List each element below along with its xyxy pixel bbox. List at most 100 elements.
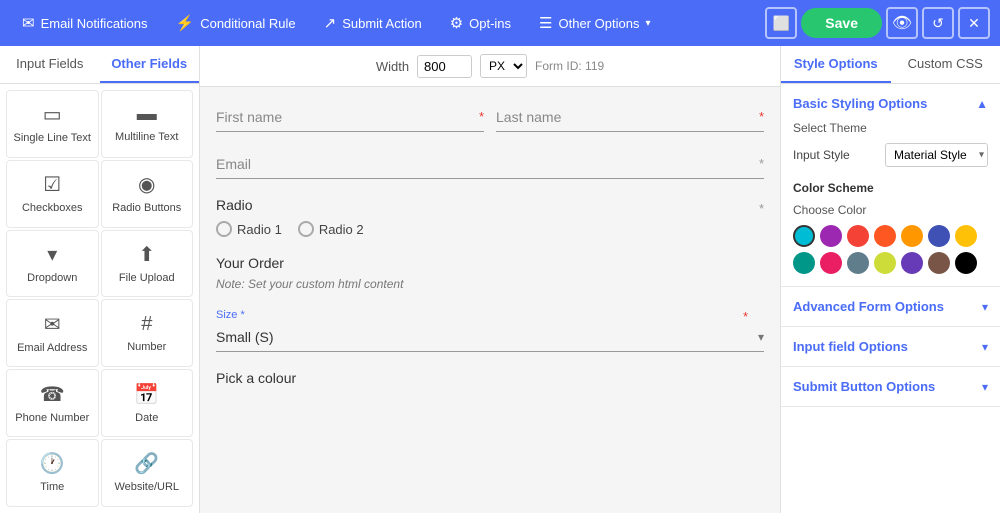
sidebar-item-date[interactable]: 📅Date — [101, 369, 194, 437]
sidebar-item-time[interactable]: 🕐Time — [6, 439, 99, 507]
sidebar-item-icon: 📅 — [134, 382, 159, 407]
nav-other-options[interactable]: ☰ Other Options ▾ — [527, 8, 662, 38]
sidebar-item-number[interactable]: #Number — [101, 299, 194, 367]
sidebar-item-website/url[interactable]: 🔗Website/URL — [101, 439, 194, 507]
sidebar-item-email-address[interactable]: ✉Email Address — [6, 299, 99, 367]
color-scheme-title: Color Scheme — [793, 181, 988, 195]
nav-submit-action[interactable]: ↗ Submit Action — [312, 8, 434, 38]
choose-color-label: Choose Color — [793, 203, 988, 217]
size-row: Size * Small (S) Medium (M) Large (L) ▾ … — [216, 309, 764, 352]
sidebar-item-radio-buttons[interactable]: ◉Radio Buttons — [101, 160, 194, 228]
color-swatch[interactable] — [955, 252, 977, 274]
sidebar-item-icon: ▬ — [137, 103, 157, 126]
html-section: Your Order Note: Set your custom html co… — [216, 255, 764, 291]
size-select[interactable]: Small (S) Medium (M) Large (L) — [216, 323, 764, 352]
color-swatch[interactable] — [955, 225, 977, 247]
sidebar-item-label: Radio Buttons — [112, 202, 181, 215]
sidebar-item-multiline-text[interactable]: ▬Multiline Text — [101, 90, 194, 158]
radio-option-2-label: Radio 2 — [319, 222, 364, 237]
refresh-button[interactable]: ↺ — [922, 7, 954, 39]
right-sidebar: Style Options Custom CSS Basic Styling O… — [780, 46, 1000, 513]
color-swatch[interactable] — [928, 225, 950, 247]
radio-required: * — [759, 201, 764, 216]
color-swatch[interactable] — [874, 225, 896, 247]
preview-button[interactable]: 👁 — [886, 7, 918, 39]
color-swatch[interactable] — [874, 252, 896, 274]
px-unit-select[interactable]: PX % — [480, 54, 527, 78]
left-sidebar: Input Fields Other Fields ▭Single Line T… — [0, 46, 200, 513]
select-theme-label: Select Theme — [793, 121, 988, 135]
right-tabs: Style Options Custom CSS — [781, 46, 1000, 84]
sidebar-item-single-line-text[interactable]: ▭Single Line Text — [6, 90, 99, 158]
close-button[interactable]: ✕ — [958, 7, 990, 39]
sidebar-item-dropdown[interactable]: ▾Dropdown — [6, 230, 99, 298]
radio-circle-2 — [298, 221, 314, 237]
tab-style-options[interactable]: Style Options — [781, 46, 891, 83]
input-style-select-wrap: Material Style Classic Style Flat Style … — [885, 143, 988, 167]
sidebar-item-label: Time — [40, 481, 64, 494]
size-field-label: Size * — [216, 309, 764, 321]
sidebar-item-icon: 🔗 — [134, 451, 159, 476]
form-toolbar: Width PX % Form ID: 119 — [200, 46, 780, 87]
input-field-chevron-icon: ▾ — [982, 340, 988, 354]
radio-circle-1 — [216, 221, 232, 237]
sidebar-item-file-upload[interactable]: ⬆ File Upload — [101, 230, 194, 298]
color-swatch[interactable] — [793, 225, 815, 247]
nav-conditional-rule[interactable]: ⚡ Conditional Rule — [164, 8, 308, 38]
sidebar-items-grid: ▭Single Line Text▬Multiline Text☑Checkbo… — [0, 84, 199, 513]
basic-styling-header[interactable]: Basic Styling Options ▲ — [793, 96, 988, 111]
color-swatch[interactable] — [847, 225, 869, 247]
save-button[interactable]: Save — [801, 8, 882, 38]
input-field-options-title: Input field Options — [793, 339, 908, 354]
first-name-input[interactable] — [216, 103, 484, 132]
layout-toggle-button[interactable]: ⬜ — [765, 7, 797, 39]
sidebar-item-icon: ✉ — [44, 312, 61, 337]
radio-option-1-label: Radio 1 — [237, 222, 282, 237]
submit-button-section[interactable]: Submit Button Options ▾ — [781, 367, 1000, 407]
color-swatch[interactable] — [793, 252, 815, 274]
sidebar-item-icon: # — [141, 313, 152, 336]
radio-options: Radio 1 Radio 2 — [216, 221, 764, 237]
color-swatch[interactable] — [928, 252, 950, 274]
radio-option-1[interactable]: Radio 1 — [216, 221, 282, 237]
nav-optins[interactable]: ⚙ Opt-ins — [438, 8, 523, 38]
email-input[interactable] — [216, 150, 764, 179]
top-navigation: ✉ Email Notifications ⚡ Conditional Rule… — [0, 0, 1000, 46]
sidebar-item-checkboxes[interactable]: ☑Checkboxes — [6, 160, 99, 228]
nav-email-notifications[interactable]: ✉ Email Notifications — [10, 8, 160, 38]
tab-input-fields[interactable]: Input Fields — [0, 46, 100, 83]
sidebar-tabs: Input Fields Other Fields — [0, 46, 199, 84]
form-id: Form ID: 119 — [535, 59, 604, 73]
input-style-select[interactable]: Material Style Classic Style Flat Style — [885, 143, 988, 167]
tab-custom-css[interactable]: Custom CSS — [891, 46, 1000, 83]
sliders-icon: ☰ — [539, 14, 552, 32]
color-swatch[interactable] — [901, 225, 923, 247]
radio-option-2[interactable]: Radio 2 — [298, 221, 364, 237]
submit-icon: ↗ — [324, 14, 337, 32]
html-section-title: Your Order — [216, 255, 764, 271]
optins-icon: ⚙ — [450, 14, 463, 32]
main-layout: Input Fields Other Fields ▭Single Line T… — [0, 46, 1000, 513]
sidebar-item-icon: ⬆ — [138, 242, 155, 267]
width-label: Width — [376, 59, 409, 74]
radio-row: Radio Radio 1 Radio 2 * — [216, 197, 764, 237]
color-scheme-section: Color Scheme Choose Color — [793, 181, 988, 274]
basic-styling-content: Select Theme Input Style Material Style … — [793, 111, 988, 274]
color-picker-field: Pick a colour — [216, 370, 764, 386]
conditional-icon: ⚡ — [176, 14, 195, 32]
tab-other-fields[interactable]: Other Fields — [100, 46, 200, 83]
sidebar-item-phone-number[interactable]: ☎Phone Number — [6, 369, 99, 437]
width-input[interactable] — [417, 55, 472, 78]
color-swatch[interactable] — [820, 225, 842, 247]
input-field-options-section[interactable]: Input field Options ▾ — [781, 327, 1000, 367]
first-name-field: * — [216, 103, 484, 132]
color-swatch[interactable] — [901, 252, 923, 274]
input-style-row: Input Style Material Style Classic Style… — [793, 143, 988, 167]
last-name-input[interactable] — [496, 103, 764, 132]
color-swatch[interactable] — [820, 252, 842, 274]
advanced-form-chevron-icon: ▾ — [982, 300, 988, 314]
sidebar-item-label: File Upload — [119, 272, 175, 285]
color-picker-label: Pick a colour — [216, 370, 296, 386]
color-swatch[interactable] — [847, 252, 869, 274]
advanced-form-section[interactable]: Advanced Form Options ▾ — [781, 287, 1000, 327]
